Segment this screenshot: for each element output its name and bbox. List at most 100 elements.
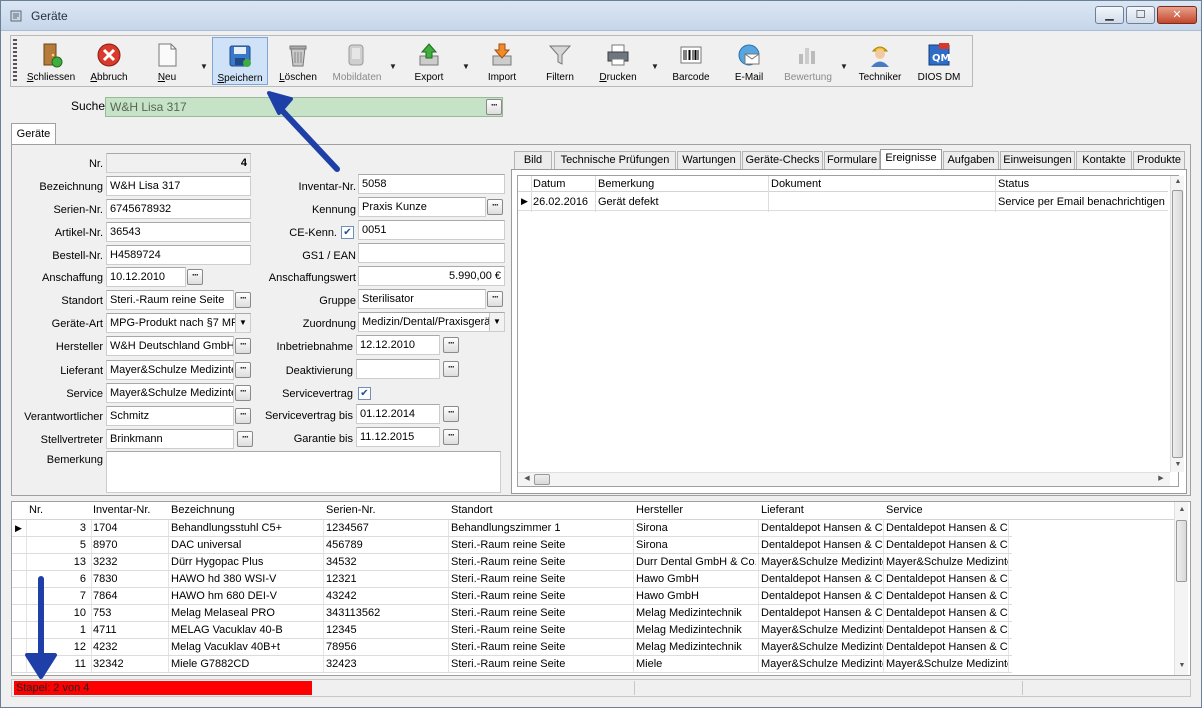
gruppe-field[interactable]: Sterilisator [358,289,486,309]
abbruch-button[interactable]: Abbruch [81,37,137,85]
gruppe-browse-button[interactable]: ··· [487,291,503,307]
column-header-bemerkung[interactable]: Bemerkung [598,178,654,190]
table-row[interactable]: 1 4711 MELAG Vacuklav 40-B 12345 Steri.-Raum… [12,622,1012,639]
anschaffung-field[interactable]: 10.12.2010 [106,267,186,287]
verantwortlicher-field[interactable]: Schmitz [106,406,234,426]
table-row[interactable]: ▶ 26.02.2016 Gerät defekt Service per Em… [518,193,1168,211]
garantie-date-button[interactable]: ··· [443,429,459,445]
standort-browse-button[interactable]: ··· [235,292,251,308]
schliessen-button[interactable]: Schliessen [23,37,79,85]
bestellnr-field[interactable]: H4589724 [106,245,251,265]
ce-field[interactable]: 0051 [358,220,505,240]
servicevertrag-bis-date-button[interactable]: ··· [443,406,459,422]
mobildaten-button[interactable]: Mobildaten [328,37,386,85]
close-window-button[interactable]: ✕ [1157,6,1197,24]
loeschen-button[interactable]: Löschen [270,37,326,85]
chevron-down-icon[interactable]: ▼ [489,313,504,331]
table-row[interactable]: 5 8970 DAC universal 456789 Steri.-Raum rein… [12,537,1012,554]
column-header-status[interactable]: Status [998,178,1029,190]
tab-formulare[interactable]: Formulare [824,151,880,170]
column-header-service[interactable]: Service [886,504,923,516]
tab-produkte[interactable]: Produkte [1133,151,1185,170]
drucken-button[interactable]: Drucken [590,37,646,85]
scroll-right-icon[interactable]: ▶ [1154,473,1168,485]
table-row[interactable]: 11 32342 Miele G7882CD 32423 Steri.-Raum rei… [12,656,1012,673]
inbetriebnahme-field[interactable]: 12.12.2010 [356,335,440,355]
table-row[interactable]: 7 7864 HAWO hm 680 DEI-V 43242 Steri.-Raum r… [12,588,1012,605]
devices-vertical-scrollbar[interactable]: ▲ ▼ [1174,502,1188,675]
import-button[interactable]: Import [474,37,530,85]
search-browse-button[interactable]: ··· [486,99,502,115]
tab-aufgaben[interactable]: Aufgaben [943,151,999,170]
bezeichnung-field[interactable]: W&H Lisa 317 [106,176,251,196]
toolbar-grip[interactable] [13,39,17,83]
column-header-nr[interactable]: Nr. [29,504,43,516]
neu-button[interactable]: Neu [139,37,195,85]
minimize-button[interactable]: ▁ [1095,6,1124,24]
column-header-datum[interactable]: Datum [533,178,565,190]
bemerkung-textarea[interactable] [106,451,501,493]
scroll-up-icon[interactable]: ▲ [1171,176,1185,188]
table-row[interactable]: 10 753 Melag Melaseal PRO 343113562 Steri.-R… [12,605,1012,622]
scroll-down-icon[interactable]: ▼ [1175,660,1189,672]
speichern-button[interactable]: Speichern [212,37,268,85]
deaktivierung-date-button[interactable]: ··· [443,361,459,377]
artikelnr-field[interactable]: 36543 [106,222,251,242]
ce-checkbox[interactable]: ✔ [341,226,354,239]
events-vertical-scrollbar[interactable]: ▲ ▼ [1170,176,1184,472]
table-row[interactable]: 12 4232 Melag Vacuklav 40B+t 78956 Steri.-Ra… [12,639,1012,656]
anschaffungswert-field[interactable]: 5.990,00 € [358,266,505,286]
filtern-button[interactable]: Filtern [532,37,588,85]
tab-wartungen[interactable]: Wartungen [677,151,741,170]
scroll-left-icon[interactable]: ◀ [520,473,534,485]
lieferant-field[interactable]: Mayer&Schulze Medizintechnik [106,360,234,380]
column-header-bezeichnung[interactable]: Bezeichnung [171,504,235,516]
export-dropdown-arrow[interactable]: ▼ [462,62,470,71]
column-header-dokument[interactable]: Dokument [771,178,821,190]
tab-geraete[interactable]: Geräte [11,123,56,145]
tab-bild[interactable]: Bild [514,151,552,170]
geraeteart-select[interactable]: MPG-Produkt nach §7 MPBetreibV ▼ [106,313,251,333]
dios-dm-button[interactable]: QM DIOS DM [910,37,968,85]
search-input[interactable]: W&H Lisa 317 ··· [105,97,503,117]
tab-technische-pruefungen[interactable]: Technische Prüfungen [554,151,676,170]
hersteller-browse-button[interactable]: ··· [235,338,251,354]
scroll-down-icon[interactable]: ▼ [1171,459,1185,471]
table-row[interactable]: 13 3232 Dürr Hygopac Plus 34532 Steri.-Raum … [12,554,1012,571]
servicevertrag-bis-field[interactable]: 01.12.2014 [356,404,440,424]
inbetriebnahme-date-button[interactable]: ··· [443,337,459,353]
service-browse-button[interactable]: ··· [235,385,251,401]
tab-geraete-checks[interactable]: Geräte-Checks [742,151,823,170]
techniker-button[interactable]: Techniker [852,37,908,85]
gs1-field[interactable] [358,243,505,263]
seriennr-field[interactable]: 6745678932 [106,199,251,219]
column-header-standort[interactable]: Standort [451,504,493,516]
stellvertreter-browse-button[interactable]: ··· [237,431,253,447]
servicevertrag-checkbox[interactable]: ✔ [358,387,371,400]
tab-kontakte[interactable]: Kontakte [1076,151,1132,170]
tab-einweisungen[interactable]: Einweisungen [1000,151,1075,170]
lieferant-browse-button[interactable]: ··· [235,362,251,378]
anschaffung-date-button[interactable]: ··· [187,269,203,285]
tab-ereignisse[interactable]: Ereignisse [880,149,942,171]
email-button[interactable]: E-Mail [721,37,777,85]
inventarnr-field[interactable]: 5058 [358,174,505,194]
barcode-button[interactable]: Barcode [663,37,719,85]
verantwortlicher-browse-button[interactable]: ··· [235,408,251,424]
table-row[interactable]: ▶ 3 1704 Behandlungsstuhl C5+ 1234567 Behandl… [12,520,1012,537]
column-header-lieferant[interactable]: Lieferant [761,504,804,516]
table-row[interactable]: 6 7830 HAWO hd 380 WSI-V 12321 Steri.-Raum r… [12,571,1012,588]
chevron-down-icon[interactable]: ▼ [235,314,250,332]
drucken-dropdown-arrow[interactable]: ▼ [651,62,659,71]
zuordnung-select[interactable]: Medizin/Dental/Praxisgeräte ▼ [358,312,505,332]
service-field[interactable]: Mayer&Schulze Medizintechnik [106,383,234,403]
deaktivierung-field[interactable] [356,359,440,379]
events-horizontal-scrollbar[interactable]: ◀ ▶ [518,472,1170,486]
export-button[interactable]: Export [401,37,457,85]
garantie-field[interactable]: 11.12.2015 [356,427,440,447]
scroll-up-icon[interactable]: ▲ [1175,504,1189,516]
hersteller-field[interactable]: W&H Deutschland GmbH [106,336,234,356]
maximize-button[interactable]: ☐ [1126,6,1155,24]
column-header-hersteller[interactable]: Hersteller [636,504,683,516]
bewertung-dropdown-arrow[interactable]: ▼ [840,62,848,71]
